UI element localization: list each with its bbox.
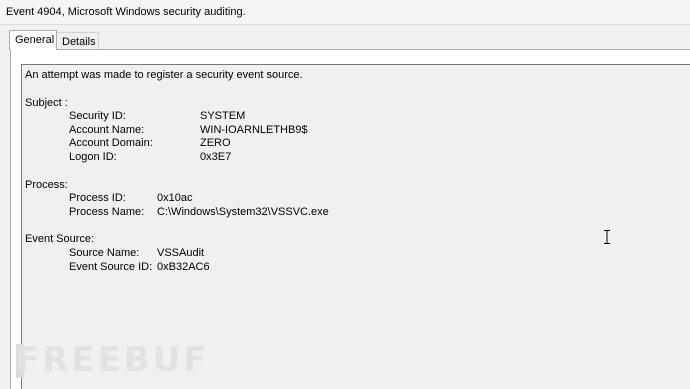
field-value: SYSTEM [200,110,246,122]
field-value: 0x3E7 [200,151,232,163]
watermark: FREEBUF [16,340,210,380]
tab-general[interactable]: General [9,30,57,50]
window-title: Event 4904, Microsoft Windows security a… [6,6,246,18]
subject-heading: Subject : [25,97,68,109]
field-label: Process ID: [69,192,126,204]
field-label: Event Source ID: [69,261,153,273]
field-label: Account Domain: [69,137,153,149]
field-value: VSSAudit [157,247,205,259]
process-heading: Process: [25,179,68,191]
field-label: Security ID: [69,110,126,122]
field-value: 0x10ac [157,192,193,204]
event-source-heading: Event Source: [25,233,95,245]
field-value: C:\Windows\System32\VSSVC.exe [157,206,329,218]
field-label: Account Name: [69,124,145,136]
field-value: ZERO [200,137,231,149]
field-label: Source Name: [69,247,140,259]
field-label: Process Name: [69,206,145,218]
window-title-bar: Event 4904, Microsoft Windows security a… [0,0,690,25]
field-value: 0xB32AC6 [157,261,210,273]
field-label: Logon ID: [69,151,117,163]
event-summary: An attempt was made to register a securi… [25,69,303,81]
field-value: WIN-IOARNLETHB9$ [200,124,308,136]
ibeam-cursor-icon [604,230,610,244]
tab-details[interactable]: Details [57,32,99,50]
